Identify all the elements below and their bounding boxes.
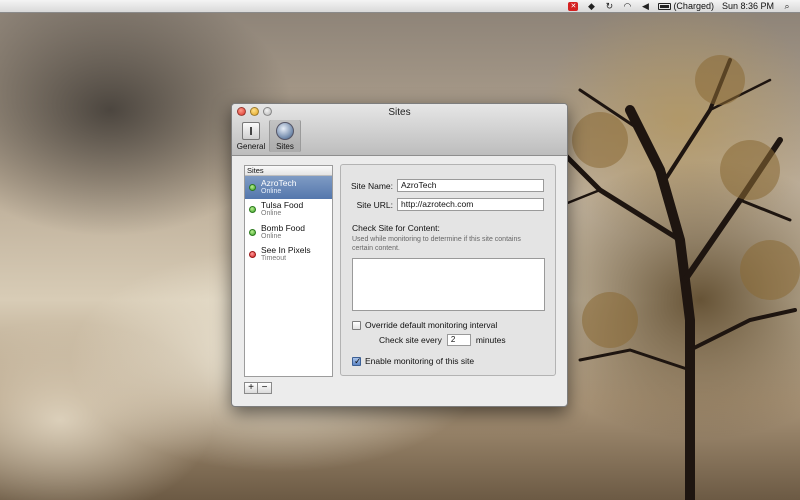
site-status: Timeout xyxy=(261,255,287,263)
add-remove-controls: + − xyxy=(244,382,272,394)
title-bar: Sites General Sites xyxy=(232,104,567,156)
status-online-icon xyxy=(249,183,256,191)
wifi-icon[interactable]: ◠ xyxy=(622,1,632,11)
enable-monitoring-label: Enable monitoring of this site xyxy=(365,356,475,366)
menubar-clock[interactable]: Sun 8:36 PM xyxy=(722,1,774,11)
site-name: Tulsa Food xyxy=(261,200,304,211)
minutes-label: minutes xyxy=(475,335,506,345)
sync-icon[interactable]: ↻ xyxy=(604,1,614,11)
site-status: Online xyxy=(261,210,282,218)
app-status-icon[interactable]: ✕ xyxy=(568,1,579,11)
site-name: See In Pixels xyxy=(261,245,311,256)
site-url-label: Site URL: xyxy=(356,200,393,210)
site-name: AzroTech xyxy=(261,177,297,188)
sites-window: Sites General Sites Sites AzroTech Onlin… xyxy=(231,103,568,407)
content-textarea[interactable] xyxy=(352,258,545,311)
toolbar-sites-tab[interactable]: Sites xyxy=(269,120,301,152)
site-row-azrotech[interactable]: AzroTech Online xyxy=(245,176,332,199)
site-name: Bomb Food xyxy=(261,222,305,233)
dropbox-icon[interactable]: ◆ xyxy=(586,1,596,11)
override-interval-checkbox[interactable] xyxy=(352,320,361,330)
menu-bar: ✕ ◆ ↻ ◠ ◀ (Charged) Sun 8:36 PM ⌕ xyxy=(0,0,800,13)
site-status: Online xyxy=(261,187,282,195)
check-content-title: Check Site for Content: xyxy=(352,223,440,233)
battery-menu[interactable]: (Charged) xyxy=(658,1,714,11)
interval-row: Check site every 2 minutes xyxy=(379,334,506,346)
window-title: Sites xyxy=(388,107,411,118)
toolbar-sites-label: Sites xyxy=(276,142,294,151)
remove-site-button[interactable]: − xyxy=(258,382,272,394)
spotlight-search-icon[interactable]: ⌕ xyxy=(782,1,792,11)
general-switch-icon xyxy=(242,122,260,140)
status-timeout-icon xyxy=(249,251,256,259)
override-interval-label: Override default monitoring interval xyxy=(365,320,498,330)
volume-icon[interactable]: ◀ xyxy=(640,1,650,11)
site-name-field[interactable]: AzroTech xyxy=(397,179,544,192)
status-online-icon xyxy=(249,206,256,214)
check-every-field[interactable]: 2 xyxy=(446,334,471,346)
site-name-label: Site Name: xyxy=(350,181,393,191)
override-interval-row[interactable]: Override default monitoring interval xyxy=(352,320,497,330)
site-row-bomb-food[interactable]: Bomb Food Online xyxy=(245,221,332,244)
status-online-icon xyxy=(249,228,256,236)
globe-icon xyxy=(276,122,294,140)
battery-status: (Charged) xyxy=(673,1,714,11)
toolbar-general-label: General xyxy=(236,142,266,151)
check-every-label: Check site every xyxy=(379,335,442,345)
site-row-see-in-pixels[interactable]: See In Pixels Timeout xyxy=(245,244,332,267)
site-row-tulsa-food[interactable]: Tulsa Food Online xyxy=(245,199,332,222)
tree-background xyxy=(548,55,800,500)
toolbar-general-tab[interactable]: General xyxy=(235,120,267,152)
enable-monitoring-checkbox[interactable] xyxy=(352,356,362,367)
battery-icon xyxy=(658,2,672,10)
site-url-field[interactable]: http://azrotech.com xyxy=(397,198,544,211)
check-content-help: Used while monitoring to determine if th… xyxy=(352,236,521,252)
preferences-toolbar: General Sites xyxy=(235,120,301,152)
sites-list-header[interactable]: Sites xyxy=(245,166,332,176)
add-site-button[interactable]: + xyxy=(244,382,258,394)
sites-list[interactable]: Sites AzroTech Online Tulsa Food Online … xyxy=(244,165,333,377)
enable-monitoring-row[interactable]: Enable monitoring of this site xyxy=(352,356,475,367)
site-detail-panel: Site Name: AzroTech Site URL: http://azr… xyxy=(340,164,556,376)
site-status: Online xyxy=(261,232,282,240)
